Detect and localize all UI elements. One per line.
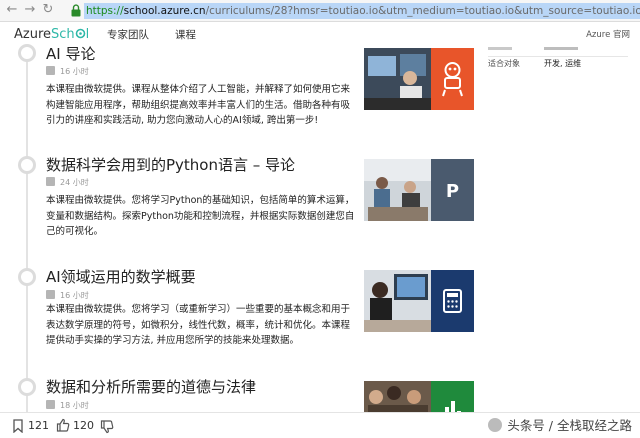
account-avatar-icon [488,418,503,432]
forward-arrow-icon[interactable]: → [22,2,38,18]
course-title[interactable]: AI领域运用的数学概要 [46,267,196,287]
calculator-icon [431,270,474,332]
watermark-text: 头条号 / 全栈取经之路 [507,418,632,433]
course-hours-value: 18 小时 [60,401,89,410]
course-hours-value: 16 小时 [60,291,89,300]
course-meta-panel: 适合对象 开发, 运维 [488,46,628,70]
course-hours: 16 小时 [46,66,89,78]
logo-o-glyph-icon [75,28,85,39]
course-tile [431,48,474,110]
logo-text-school: Sch [51,27,75,42]
clock-icon [46,66,55,75]
course-thumbnail[interactable] [364,270,474,332]
course-hours-value: 16 小时 [60,67,89,76]
nav-courses[interactable]: 课程 [175,27,196,43]
timeline-line [26,48,28,418]
course-tile [431,270,474,332]
course-description: 本课程由微软提供。您将学习（或重新学习）一些重要的基本概念和用于表达数学原理的符… [46,304,351,346]
bookmark-count: 121 [28,419,49,432]
course-photo [364,270,431,332]
python-letter-icon: P [431,159,474,221]
site-header: AzureSch l 专家团队 课程 Azure 官网 [0,22,640,48]
timeline-node [18,44,36,62]
url-field[interactable]: https://school.azure.cn/curriculums/28?h… [84,3,640,19]
browser-address-bar: ← → ↻ https://school.azure.cn/curriculum… [0,0,640,22]
course-hours: 24 小时 [46,177,89,189]
course-hours: 16 小时 [46,290,89,302]
meta-row-cropped-text [488,47,578,50]
azure-official-link[interactable]: Azure 官网 [586,28,630,40]
thumbs-up-icon[interactable] [56,418,70,432]
tile-letter: P [446,181,459,202]
course-photo [364,159,431,221]
url-domain: school.azure.cn [123,5,206,17]
meta-value: 开发, 运维 [544,59,582,68]
azure-school-logo[interactable]: AzureSch l [14,26,89,44]
meta-row-audience: 适合对象 开发, 运维 [488,56,628,70]
course-hours: 18 小时 [46,400,89,412]
bottom-action-bar: 121 120 头条号 / 全栈取经之路 [0,412,640,438]
url-scheme: https:// [86,5,124,17]
course-photo [364,48,431,110]
course-description: 本课程由微软提供。课程从整体介绍了人工智能，并解释了如何使用它来构建智能应用程序… [46,84,351,126]
course-thumbnail[interactable]: P [364,159,474,221]
course-thumbnail[interactable] [364,48,474,110]
course-title[interactable]: AI 导论 [46,44,95,64]
timeline-node [18,268,36,286]
course-hours-value: 24 小时 [60,178,89,187]
meta-key: 适合对象 [488,59,520,68]
thumbs-down-icon[interactable] [100,420,114,434]
robot-icon [431,48,474,110]
source-watermark: 头条号 / 全栈取经之路 [488,417,632,435]
logo-text-azure: Azure [14,27,52,42]
nav-experts[interactable]: 专家团队 [107,27,149,43]
logo-text-l: l [85,27,90,42]
course-tile: P [431,159,474,221]
like-count: 120 [73,419,94,432]
clock-icon [46,400,55,409]
timeline-node [18,378,36,396]
clock-icon [46,290,55,299]
course-title[interactable]: 数据科学会用到的Python语言 – 导论 [46,155,295,175]
bookmark-icon[interactable] [12,419,24,433]
timeline-node [18,156,36,174]
meta-row-partial [488,46,628,56]
lock-icon [71,4,81,17]
clock-icon [46,177,55,186]
course-description: 本课程由微软提供。您将学习Python的基础知识，包括简单的算术运算，变量和数据… [46,195,355,237]
url-path: /curriculums/28?hmsr=toutiao.io&utm_medi… [205,5,640,17]
back-arrow-icon[interactable]: ← [4,2,20,18]
course-title[interactable]: 数据和分析所需要的道德与法律 [46,377,256,397]
reload-icon[interactable]: ↻ [40,2,56,18]
